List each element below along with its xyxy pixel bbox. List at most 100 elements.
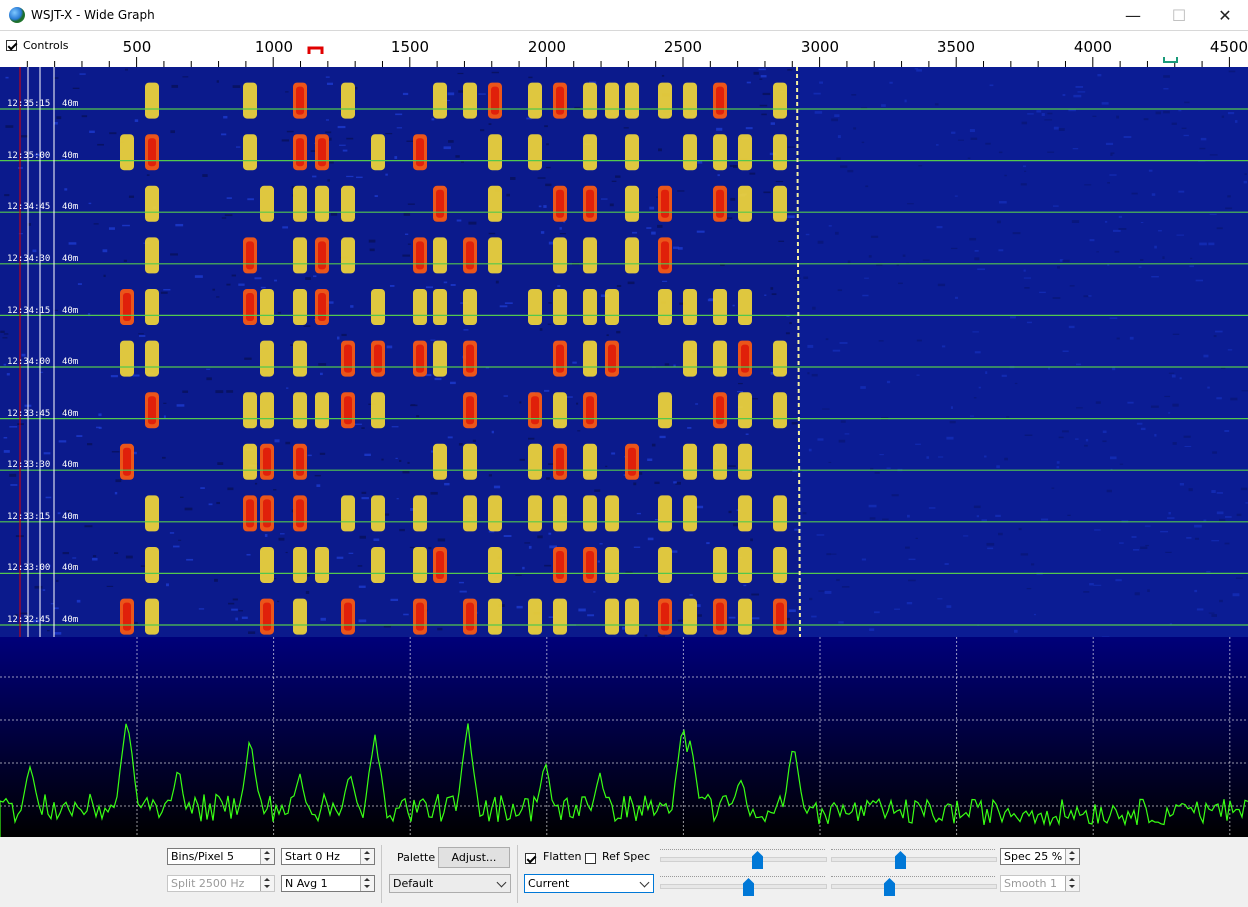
waterfall-noise (528, 76, 533, 79)
palette-select[interactable]: Default (389, 874, 511, 893)
maximize-button[interactable]: ☐ (1156, 0, 1202, 31)
waterfall-noise (544, 564, 552, 567)
waterfall-band-label: 40m (62, 357, 79, 367)
waterfall-noise (223, 115, 228, 119)
n-avg-value: N Avg 1 (285, 877, 328, 890)
signal-trace (433, 289, 447, 325)
waterfall-noise (169, 532, 175, 534)
spin-arrows-icon[interactable] (1065, 849, 1079, 864)
waterfall-noise (58, 440, 67, 443)
spectrum-type-select[interactable]: Current (524, 874, 654, 893)
divider (381, 845, 382, 903)
waterfall-noise (697, 160, 703, 164)
waterfall-noise (524, 542, 531, 544)
waterfall-noise (254, 482, 258, 485)
waterfall-noise (72, 87, 80, 89)
waterfall-noise (749, 172, 756, 175)
zero-slider-thumb[interactable] (895, 851, 906, 869)
waterfall-noise (728, 465, 736, 467)
controls-checkbox[interactable] (6, 38, 17, 52)
signal-trace-core (374, 344, 382, 373)
controls-panel: Bins/Pixel 5 Start 0 Hz Split 2500 Hz N … (0, 837, 1248, 907)
waterfall-noise (285, 441, 291, 445)
waterfall-canvas[interactable] (0, 67, 1248, 637)
signal-trace (433, 237, 447, 274)
spin-arrows-icon[interactable] (260, 849, 274, 864)
signal-trace (625, 185, 639, 222)
waterfall-noise (43, 452, 51, 455)
waterfall-noise (92, 555, 97, 558)
spectrum-type-value: Current (528, 877, 570, 890)
waterfall-noise (661, 74, 665, 77)
signal-trace (488, 598, 502, 635)
signal-trace-core (716, 602, 724, 631)
waterfall-noise (125, 555, 133, 559)
waterfall-noise (348, 552, 354, 554)
signal-trace-core (123, 602, 131, 631)
waterfall-noise (2, 337, 8, 339)
waterfall-noise (10, 484, 18, 486)
gain-slider-track[interactable] (660, 857, 827, 862)
waterfall-noise (447, 92, 455, 96)
spectrum-display[interactable] (0, 637, 1248, 837)
waterfall-noise (516, 605, 523, 609)
waterfall-timestamp: 12:34:15 (7, 306, 51, 316)
ref-spec-checkbox[interactable] (585, 851, 596, 865)
waterfall-noise (228, 602, 235, 605)
waterfall-noise (238, 610, 243, 612)
freq-tick-label: 1000 (254, 38, 294, 56)
spectrum-zero-slider-track[interactable] (831, 884, 997, 889)
waterfall-noise (206, 368, 211, 370)
waterfall-noise (407, 203, 415, 205)
close-button[interactable]: ✕ (1202, 0, 1248, 31)
waterfall-noise (488, 232, 496, 235)
waterfall-display[interactable]: 12:35:15 40m 12:35:00 40m 12:34:45 40m 1… (0, 67, 1248, 637)
spin-arrows-icon[interactable] (360, 876, 374, 891)
waterfall-noise (18, 233, 23, 235)
gain-slider-thumb[interactable] (752, 851, 763, 869)
signal-trace (683, 340, 697, 377)
flatten-checkbox-box[interactable] (525, 853, 536, 864)
spectrum-canvas[interactable] (0, 637, 1248, 837)
signal-trace (583, 134, 597, 171)
waterfall-noise (633, 546, 641, 548)
adjust-palette-button[interactable]: Adjust... (438, 847, 510, 868)
spectrum-zero-slider-thumb[interactable] (884, 878, 895, 896)
frequency-axis[interactable] (0, 31, 1248, 67)
waterfall-noise (545, 166, 551, 169)
n-avg-spinbox[interactable]: N Avg 1 (281, 875, 375, 892)
waterfall-noise (391, 426, 399, 428)
controls-checkbox-box[interactable] (6, 40, 17, 51)
waterfall-noise (47, 629, 50, 632)
waterfall-noise (627, 281, 635, 285)
waterfall-noise (55, 579, 59, 582)
waterfall-timestamp: 12:33:45 (7, 409, 51, 419)
waterfall-noise (746, 81, 751, 84)
ref-spec-checkbox-box[interactable] (585, 853, 596, 864)
flatten-checkbox[interactable] (525, 851, 536, 865)
waterfall-noise (548, 532, 552, 535)
waterfall-noise (146, 174, 150, 176)
spin-arrows-icon[interactable] (360, 849, 374, 864)
waterfall-noise (226, 283, 231, 286)
zero-slider-track[interactable] (831, 857, 997, 862)
waterfall-noise (231, 274, 237, 277)
signal-trace (683, 598, 697, 635)
waterfall-noise (134, 119, 139, 122)
spec-percent-spinbox[interactable]: Spec 25 % (1000, 848, 1080, 865)
signal-trace (120, 134, 134, 171)
start-frequency-spinbox[interactable]: Start 0 Hz (281, 848, 375, 865)
waterfall-noise (373, 538, 380, 541)
minimize-button[interactable]: — (1110, 0, 1156, 31)
signal-trace-core (556, 447, 564, 476)
bins-per-pixel-spinbox[interactable]: Bins/Pixel 5 (167, 848, 275, 865)
signal-trace-core (123, 447, 131, 476)
spectrum-gain-slider-thumb[interactable] (743, 878, 754, 896)
signal-trace-core (344, 602, 352, 631)
waterfall-noise (202, 174, 208, 177)
signal-trace (145, 289, 159, 325)
waterfall-noise (313, 275, 317, 278)
waterfall-noise (758, 68, 766, 71)
waterfall-noise (403, 613, 409, 616)
waterfall-noise (458, 581, 464, 584)
